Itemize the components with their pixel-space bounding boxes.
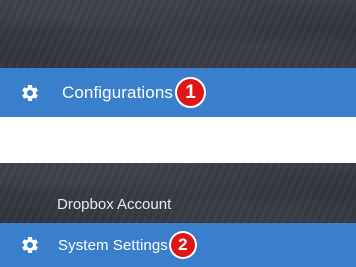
- step-badge-1: 1: [177, 79, 205, 106]
- sidebar-item-system-settings[interactable]: System Settings 2: [0, 223, 356, 267]
- screenshot-canvas: Configurations 1 Dropbox Account System …: [0, 0, 356, 267]
- sidebar-item-configurations[interactable]: Configurations 1: [0, 68, 356, 117]
- sidebar-item-label: Configurations: [62, 82, 174, 102]
- sidebar-background-top: [0, 0, 356, 68]
- gear-icon: [22, 84, 38, 101]
- sidebar-item-label: System Settings: [58, 236, 168, 254]
- step-badge-2: 2: [170, 233, 195, 257]
- sidebar-item-dropbox-account[interactable]: Dropbox Account: [0, 186, 356, 223]
- sidebar-item-label: Dropbox Account: [57, 196, 172, 213]
- gear-icon: [22, 237, 38, 253]
